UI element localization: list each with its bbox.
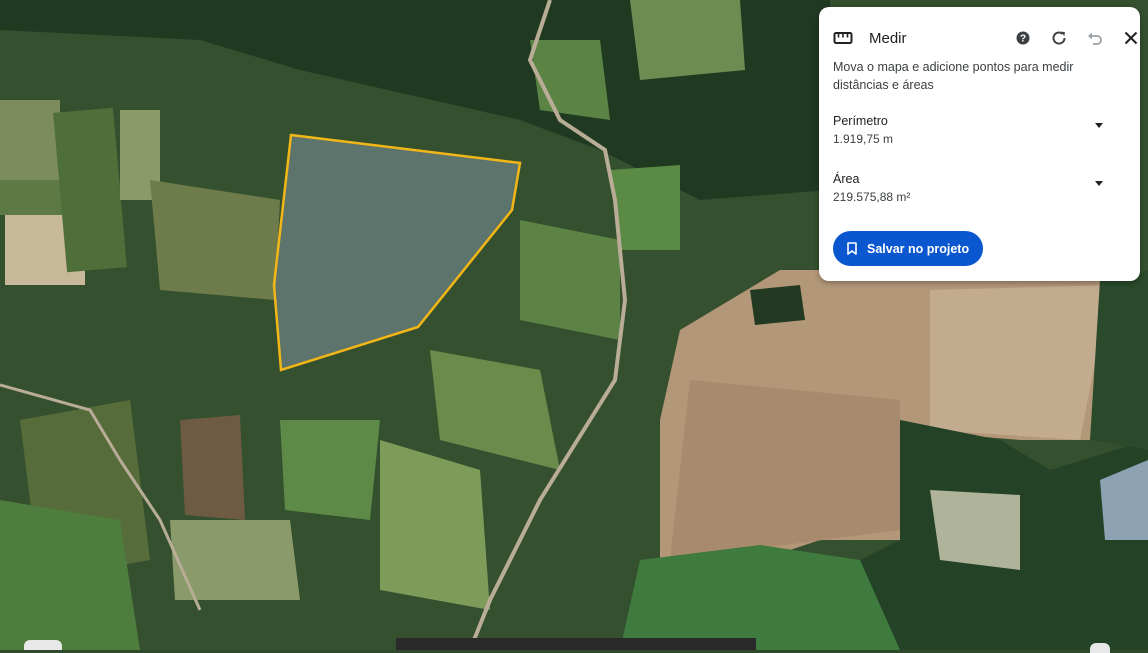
panel-header: Medir ? (833, 24, 1138, 52)
instructions-text: Mova o mapa e adicione pontos para medir… (833, 60, 1074, 92)
area-label: Área (833, 172, 860, 186)
refresh-icon (1052, 31, 1066, 45)
corner-tab-left (24, 640, 62, 650)
help-icon: ? (1016, 31, 1030, 45)
close-button[interactable] (1117, 24, 1145, 52)
perimeter-value: 1.919,75 m (833, 132, 894, 146)
perimeter-label: Perímetro (833, 114, 888, 128)
corner-tab-right (1090, 643, 1110, 653)
area-dropdown-icon[interactable] (1095, 181, 1103, 186)
save-to-project-button[interactable]: Salvar no projeto (833, 231, 983, 266)
save-button-label: Salvar no projeto (867, 241, 970, 256)
bottom-toolbar (396, 638, 756, 650)
perimeter-dropdown-icon[interactable] (1095, 123, 1103, 128)
help-button[interactable]: ? (1009, 24, 1037, 52)
ruler-icon (833, 32, 853, 44)
area-row[interactable]: Área 219.575,88 m² (833, 171, 1123, 206)
refresh-button[interactable] (1045, 24, 1073, 52)
perimeter-row[interactable]: Perímetro 1.919,75 m (833, 113, 1123, 148)
undo-button[interactable] (1081, 24, 1109, 52)
area-value: 219.575,88 m² (833, 190, 911, 204)
panel-title: Medir (869, 30, 907, 47)
measure-panel: Medir ? Mova o mapa e adicione pontos pa… (819, 7, 1140, 281)
undo-icon (1088, 32, 1102, 45)
svg-text:?: ? (1020, 34, 1026, 45)
bookmark-icon (847, 242, 857, 255)
close-icon (1124, 31, 1138, 45)
